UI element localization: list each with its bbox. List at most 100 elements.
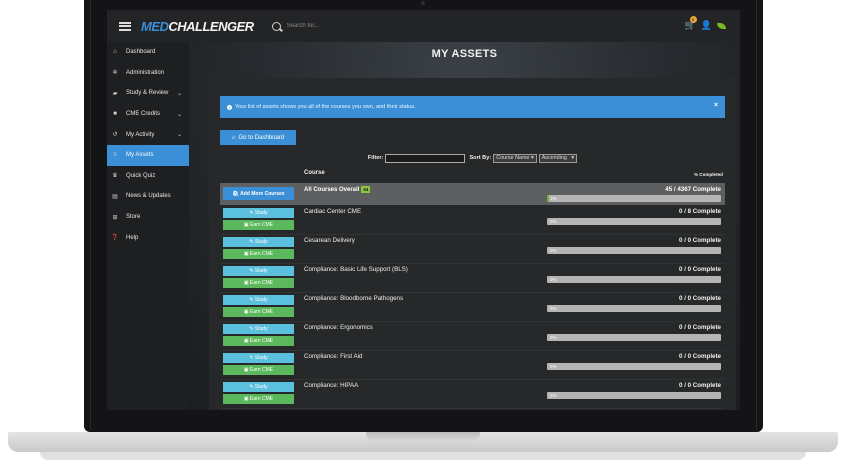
earn-cme-button[interactable]: ▣ Earn CME (223, 307, 294, 317)
certificate-icon: ■ (113, 111, 117, 118)
course-progress-bar: 0% (547, 247, 721, 254)
search-input[interactable] (286, 23, 487, 29)
course-complete: 0 / 0 Complete (679, 324, 721, 331)
earn-cme-button[interactable]: ▣ Earn CME (223, 220, 294, 230)
course-name[interactable]: Cesarean Delivery (304, 237, 355, 244)
sidebar-item-quick-quiz[interactable]: ♛ Quick Quiz (107, 166, 189, 187)
sort-field-select[interactable]: Course Name ▾ (493, 153, 537, 163)
course-name[interactable]: Compliance: HIPAA (304, 382, 358, 389)
filter-input[interactable] (385, 153, 466, 163)
study-button[interactable]: ✎ Study (223, 237, 294, 247)
info-icon: i (227, 104, 232, 110)
close-icon[interactable]: × (714, 102, 718, 109)
list-icon: ≡ (113, 152, 117, 159)
study-button[interactable]: ✎ Study (223, 353, 294, 363)
chevron-down-icon: ▾ (530, 155, 534, 161)
cart-icon[interactable]: 🛒 0 (685, 16, 697, 31)
sidebar-item-administration[interactable]: ✲ Administration (107, 63, 189, 84)
gears-icon: ✲ (112, 70, 118, 77)
logo-part-2: CHALLENGER (168, 18, 254, 34)
add-more-courses-button[interactable]: 🛍 Add More Courses (223, 187, 294, 200)
logo[interactable]: MED CHALLENGER (141, 19, 254, 34)
sort-field-value: Course Name (496, 155, 530, 161)
certificate-icon: ▣ (243, 251, 249, 257)
page-title: MY ASSETS (431, 48, 498, 60)
laptop-frame: MED CHALLENGER 🛒0 👤 ⌂ Dashboard ✲ Administr… (0, 0, 846, 473)
sidebar-item-news-updates[interactable]: ▤ News & Updates (107, 186, 189, 207)
go-to-dashboard-button[interactable]: ⌂ Go to Dashboard (220, 130, 296, 145)
alert-text: Your list of assets shows you all of the… (235, 104, 416, 110)
earn-label: Earn CME (250, 280, 274, 286)
study-icon: ✎ (249, 326, 254, 332)
certificate-icon: ▣ (243, 309, 249, 315)
study-label: Study (254, 239, 268, 245)
sidebar-item-label: Study & Review (126, 90, 169, 97)
menu-icon[interactable] (119, 21, 131, 31)
course-complete: 0 / 0 Complete (679, 382, 721, 389)
home-icon: ⌂ (113, 49, 117, 56)
cart-badge: 0 (689, 16, 697, 23)
course-name[interactable]: Cardiac Center CME (304, 208, 361, 215)
top-right-icons: 🛒 0 👤 (685, 16, 726, 31)
chevron-down-icon: ▾ (571, 155, 575, 161)
earn-cme-button[interactable]: ▣ Earn CME (223, 365, 294, 375)
study-button[interactable]: ✎ Study (223, 324, 294, 334)
earn-label: Earn CME (250, 367, 274, 373)
course-complete: 0 / 0 Complete (679, 266, 721, 273)
study-icon: ✎ (249, 297, 254, 303)
course-name[interactable]: Compliance: First Aid (304, 353, 362, 360)
earn-cme-button[interactable]: ▣ Earn CME (223, 249, 294, 259)
study-button[interactable]: ✎ Study (223, 208, 294, 218)
overall-row: 🛍 Add More Courses All Courses Overall 6… (220, 183, 725, 205)
sidebar-item-my-activity[interactable]: ↺ My Activity ⌄ (107, 124, 189, 145)
course-name[interactable]: Compliance: Ergonomics (304, 324, 373, 331)
sidebar-item-label: Store (126, 214, 141, 221)
sidebar-item-study-review[interactable]: ▰ Study & Review ⌄ (107, 83, 189, 104)
chevron-down-icon: ⌄ (176, 90, 182, 97)
course-complete: 0 / 0 Complete (679, 353, 721, 360)
certificate-icon: ▣ (243, 367, 249, 373)
sidebar-item-my-assets[interactable]: ≡ My Assets (107, 144, 189, 166)
earn-label: Earn CME (250, 338, 274, 344)
leaf-icon (717, 22, 726, 29)
sidebar-item-cme-credits[interactable]: ■ CME Credits ⌄ (107, 104, 189, 125)
table-row: ✎ Study ▣ Earn CME Compliance: Basic Life … (220, 264, 725, 293)
study-label: Study (254, 268, 268, 274)
earn-cme-button[interactable]: ▣ Earn CME (223, 278, 294, 288)
course-list: ✎ Study ▣ Earn CME Cardiac Center CME 0 / 8… (220, 206, 725, 410)
cart-icon: ⊞ (112, 214, 118, 221)
course-name[interactable]: Compliance: Bloodborne Pathogens (304, 295, 403, 302)
earn-label: Earn CME (250, 222, 274, 228)
certificate-icon: ▣ (243, 396, 249, 402)
course-progress-bar: 0% (547, 276, 721, 283)
course-name[interactable]: Compliance: Basic Life Support (BLS) (304, 266, 408, 273)
study-button[interactable]: ✎ Study (223, 295, 294, 305)
certificate-icon: ▣ (243, 280, 249, 286)
study-button[interactable]: ✎ Study (223, 266, 294, 276)
sidebar-item-dashboard[interactable]: ⌂ Dashboard (107, 42, 189, 63)
camera (421, 1, 425, 5)
help-icon: ❓ (111, 235, 119, 242)
course-complete: 0 / 0 Complete (679, 237, 721, 244)
main-content: MY ASSETS i Your list of assets shows yo… (189, 42, 740, 410)
laptop-shadow (40, 452, 806, 460)
progress-label: 0% (550, 277, 557, 282)
earn-label: Earn CME (250, 251, 274, 257)
certificate-icon: ▣ (243, 222, 249, 228)
sort-order-select[interactable]: Ascending ▾ (538, 153, 578, 163)
study-label: Study (254, 326, 268, 332)
sidebar-item-label: Dashboard (126, 49, 156, 56)
overall-name: All Courses Overall 64 (304, 186, 371, 193)
sidebar-item-store[interactable]: ⊞ Store (107, 207, 189, 228)
study-icon: ✎ (249, 355, 254, 361)
sidebar-item-label: CME Credits (126, 111, 161, 118)
user-icon[interactable]: 👤 (701, 20, 712, 31)
sidebar-item-help[interactable]: ❓ Help (107, 227, 189, 248)
earn-cme-button[interactable]: ▣ Earn CME (223, 336, 294, 346)
study-button[interactable]: ✎ Study (223, 382, 294, 392)
add-button-label: Add More Courses (240, 190, 285, 197)
earn-cme-button[interactable]: ▣ Earn CME (223, 394, 294, 404)
course-progress-bar: 0% (547, 218, 721, 225)
app-screen: MED CHALLENGER 🛒0 👤 ⌂ Dashboard ✲ Administr… (107, 10, 740, 410)
study-label: Study (254, 297, 268, 303)
